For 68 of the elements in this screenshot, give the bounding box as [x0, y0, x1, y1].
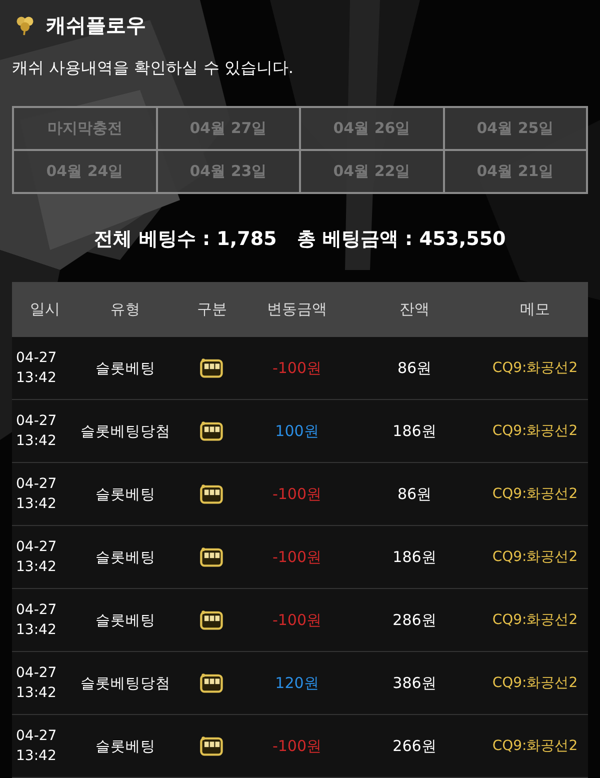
date-cell-text: 04-27 [16, 727, 58, 746]
amount-cell-text: 120원 [274, 674, 320, 692]
date-button[interactable]: 04월 26일 [300, 107, 444, 150]
balance-cell-text: 186원 [392, 422, 438, 440]
date-cell-text: 04-27 [16, 475, 58, 494]
amount-cell-text: 100원 [274, 422, 320, 440]
amount-cell-text: -100원 [271, 548, 323, 566]
clover-icon [14, 14, 36, 36]
type-cell-text: 슬롯베팅 [94, 360, 156, 378]
memo-cell-text: CQ9:화공선2 [491, 674, 579, 692]
date-button[interactable]: 04월 25일 [444, 107, 587, 150]
page-subtitle: 캐쉬 사용내역을 확인하실 수 있습니다. [12, 57, 294, 79]
page-title: 캐쉬플로우 [46, 12, 146, 38]
slot-machine-icon [199, 609, 225, 631]
column-header: 구분 [196, 300, 228, 319]
slot-machine-icon [199, 357, 225, 379]
slot-machine-icon [199, 546, 225, 568]
column-header: 일시 [29, 300, 61, 319]
memo-cell-text: CQ9:화공선2 [491, 548, 579, 566]
date-button[interactable]: 마지막충전 [13, 107, 156, 150]
slot-machine-icon [199, 735, 225, 757]
date-cell-text: 04-27 [16, 601, 58, 620]
memo-cell-text: CQ9:화공선2 [491, 359, 579, 377]
date-cell-text: 04-27 [16, 664, 58, 683]
bet-count-text: 전체 베팅수 : 1,785 [94, 227, 277, 248]
memo-cell-text: CQ9:화공선2 [491, 485, 579, 503]
amount-cell-text: -100원 [271, 358, 323, 378]
time-cell-text: 13:42 [16, 369, 58, 388]
memo-cell-text: CQ9:화공선2 [491, 422, 579, 440]
date-button[interactable]: 04월 21일 [444, 150, 587, 193]
time-cell-text: 13:42 [16, 684, 58, 703]
date-button[interactable]: 04월 22일 [300, 150, 444, 193]
type-cell-text: 슬롯베팅 [94, 738, 156, 756]
date-cell-text: 04-27 [16, 412, 58, 431]
memo-cell-text: CQ9:화공선2 [491, 737, 579, 755]
slot-machine-icon [199, 672, 225, 694]
type-cell-text: 슬롯베팅 [94, 612, 156, 630]
balance-cell-text: 86원 [396, 484, 433, 504]
date-button[interactable]: 04월 27일 [156, 107, 300, 150]
column-header: 메모 [519, 300, 551, 319]
memo-cell-text: CQ9:화공선2 [491, 611, 579, 629]
balance-cell-text: 386원 [392, 674, 438, 692]
slot-machine-icon [199, 420, 225, 442]
bet-amount-text: 총 베팅금액 : 453,550 [296, 227, 506, 248]
time-cell-text: 13:42 [16, 747, 58, 766]
amount-cell-text: -100원 [271, 610, 323, 630]
type-cell-text: 슬롯베팅 [94, 548, 156, 566]
time-cell-text: 13:42 [16, 558, 58, 577]
type-cell-text: 슬롯베팅 [94, 486, 156, 504]
time-cell-text: 13:42 [16, 495, 58, 514]
balance-cell-text: 266원 [392, 736, 438, 756]
balance-cell-text: 286원 [392, 610, 438, 630]
amount-cell-text: -100원 [271, 736, 323, 756]
column-header: 유형 [110, 301, 142, 319]
date-cell-text: 04-27 [16, 538, 58, 557]
date-button[interactable]: 04월 23일 [156, 150, 300, 193]
time-cell-text: 13:42 [16, 432, 58, 451]
balance-cell-text: 186원 [392, 548, 438, 566]
time-cell-text: 13:42 [16, 621, 58, 640]
date-button[interactable]: 04월 24일 [13, 150, 156, 193]
type-cell-text: 슬롯베팅당첨 [80, 422, 172, 440]
date-cell-text: 04-27 [16, 349, 58, 368]
balance-cell-text: 86원 [396, 358, 433, 378]
slot-machine-icon [199, 483, 225, 505]
type-cell-text: 슬롯베팅당첨 [80, 674, 172, 692]
column-header: 변동금액 [266, 300, 328, 319]
column-header: 잔액 [398, 300, 430, 319]
amount-cell-text: -100원 [271, 484, 323, 504]
